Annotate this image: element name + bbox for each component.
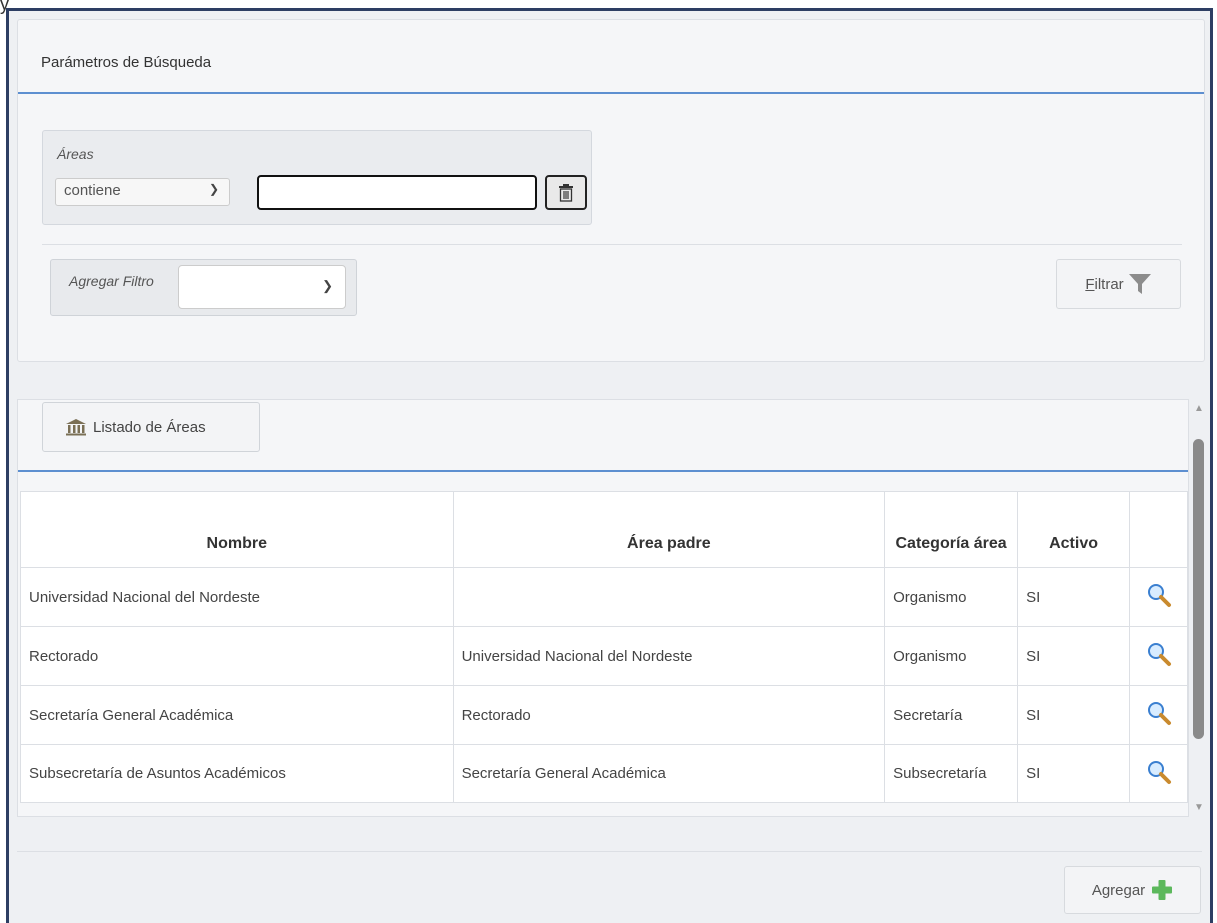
- plus-icon: [1152, 880, 1173, 900]
- cell-area-padre: [452, 567, 886, 627]
- table-row[interactable]: Subsecretaría de Asuntos Académicos Secr…: [20, 744, 1188, 803]
- listing-divider: [18, 470, 1188, 472]
- magnifier-icon[interactable]: [1146, 641, 1172, 667]
- search-panel-title: Parámetros de Búsqueda: [41, 54, 212, 71]
- table-header-row: Nombre Área padre Categoría área Activo: [20, 491, 1188, 568]
- cell-nombre: Subsecretaría de Asuntos Académicos: [20, 744, 454, 803]
- add-filter-label: Agregar Filtro: [69, 273, 154, 289]
- cell-activo: SI: [1017, 744, 1131, 803]
- cell-categoria: Organismo: [884, 567, 1019, 627]
- areas-table: Nombre Área padre Categoría área Activo …: [20, 491, 1188, 803]
- footer-divider: [17, 851, 1202, 852]
- add-button[interactable]: Agregar: [1064, 866, 1201, 914]
- add-filter-select[interactable]: ❯: [178, 265, 346, 309]
- add-filter-box: Agregar Filtro ❯: [50, 259, 357, 316]
- listing-tab[interactable]: Listado de Áreas: [42, 402, 260, 452]
- cell-categoria: Subsecretaría: [884, 744, 1019, 803]
- listing-tab-label: Listado de Áreas: [93, 418, 206, 436]
- table-row[interactable]: Universidad Nacional del Nordeste Organi…: [20, 567, 1188, 627]
- column-header-nombre[interactable]: Nombre: [20, 491, 454, 568]
- clear-filter-button[interactable]: [545, 175, 587, 210]
- cell-nombre: Rectorado: [20, 626, 454, 686]
- column-header-categoria[interactable]: Categoría área: [884, 491, 1019, 568]
- scroll-down-icon[interactable]: ▼: [1194, 802, 1204, 813]
- cell-categoria: Organismo: [884, 626, 1019, 686]
- section-divider: [42, 244, 1182, 245]
- listing-scrollbar[interactable]: ▲ ▼: [1192, 403, 1206, 813]
- magnifier-icon[interactable]: [1146, 759, 1172, 785]
- filter-button-label: iltrar: [1094, 275, 1124, 293]
- column-header-area-padre[interactable]: Área padre: [452, 491, 886, 568]
- title-divider: [18, 92, 1204, 94]
- cell-area-padre: Secretaría General Académica: [452, 744, 886, 803]
- institution-icon: [66, 419, 86, 436]
- cell-nombre: Secretaría General Académica: [20, 685, 454, 745]
- condition-select-value: contiene: [64, 182, 121, 199]
- scroll-up-icon[interactable]: ▲: [1194, 403, 1204, 414]
- search-panel: Parámetros de Búsqueda Áreas contiene ❯: [17, 19, 1205, 362]
- view-cell: [1129, 626, 1188, 686]
- cell-area-padre: Universidad Nacional del Nordeste: [452, 626, 886, 686]
- cell-categoria: Secretaría: [884, 685, 1019, 745]
- cell-activo: SI: [1017, 685, 1131, 745]
- trash-icon: [559, 183, 573, 202]
- area-filter-box: Áreas contiene ❯: [42, 130, 592, 225]
- magnifier-icon[interactable]: [1146, 582, 1172, 608]
- chevron-down-icon: ❯: [208, 182, 219, 196]
- chevron-down-icon: ❯: [322, 278, 333, 293]
- add-button-label: Agregar: [1091, 881, 1146, 899]
- column-header-activo[interactable]: Activo: [1017, 491, 1131, 568]
- scrollbar-thumb[interactable]: [1193, 439, 1204, 739]
- view-cell: [1129, 567, 1188, 627]
- view-cell: [1129, 685, 1188, 745]
- area-filter-label: Áreas: [57, 146, 94, 162]
- condition-select[interactable]: contiene ❯: [55, 178, 230, 206]
- view-cell: [1129, 744, 1188, 803]
- filter-button[interactable]: Filtrar: [1056, 259, 1181, 309]
- magnifier-icon[interactable]: [1146, 700, 1172, 726]
- cell-nombre: Universidad Nacional del Nordeste: [20, 567, 454, 627]
- main-window: Parámetros de Búsqueda Áreas contiene ❯: [6, 8, 1213, 923]
- area-search-input[interactable]: [257, 175, 537, 210]
- table-row[interactable]: Secretaría General Académica Rectorado S…: [20, 685, 1188, 745]
- filter-button-accesskey: F: [1085, 275, 1095, 293]
- cell-area-padre: Rectorado: [452, 685, 886, 745]
- table-row[interactable]: Rectorado Universidad Nacional del Norde…: [20, 626, 1188, 686]
- column-header-actions: [1129, 491, 1188, 568]
- funnel-icon: [1128, 274, 1151, 294]
- cell-activo: SI: [1017, 567, 1131, 627]
- listing-panel: Listado de Áreas Nombre Área padre Categ…: [17, 399, 1189, 817]
- cell-activo: SI: [1017, 626, 1131, 686]
